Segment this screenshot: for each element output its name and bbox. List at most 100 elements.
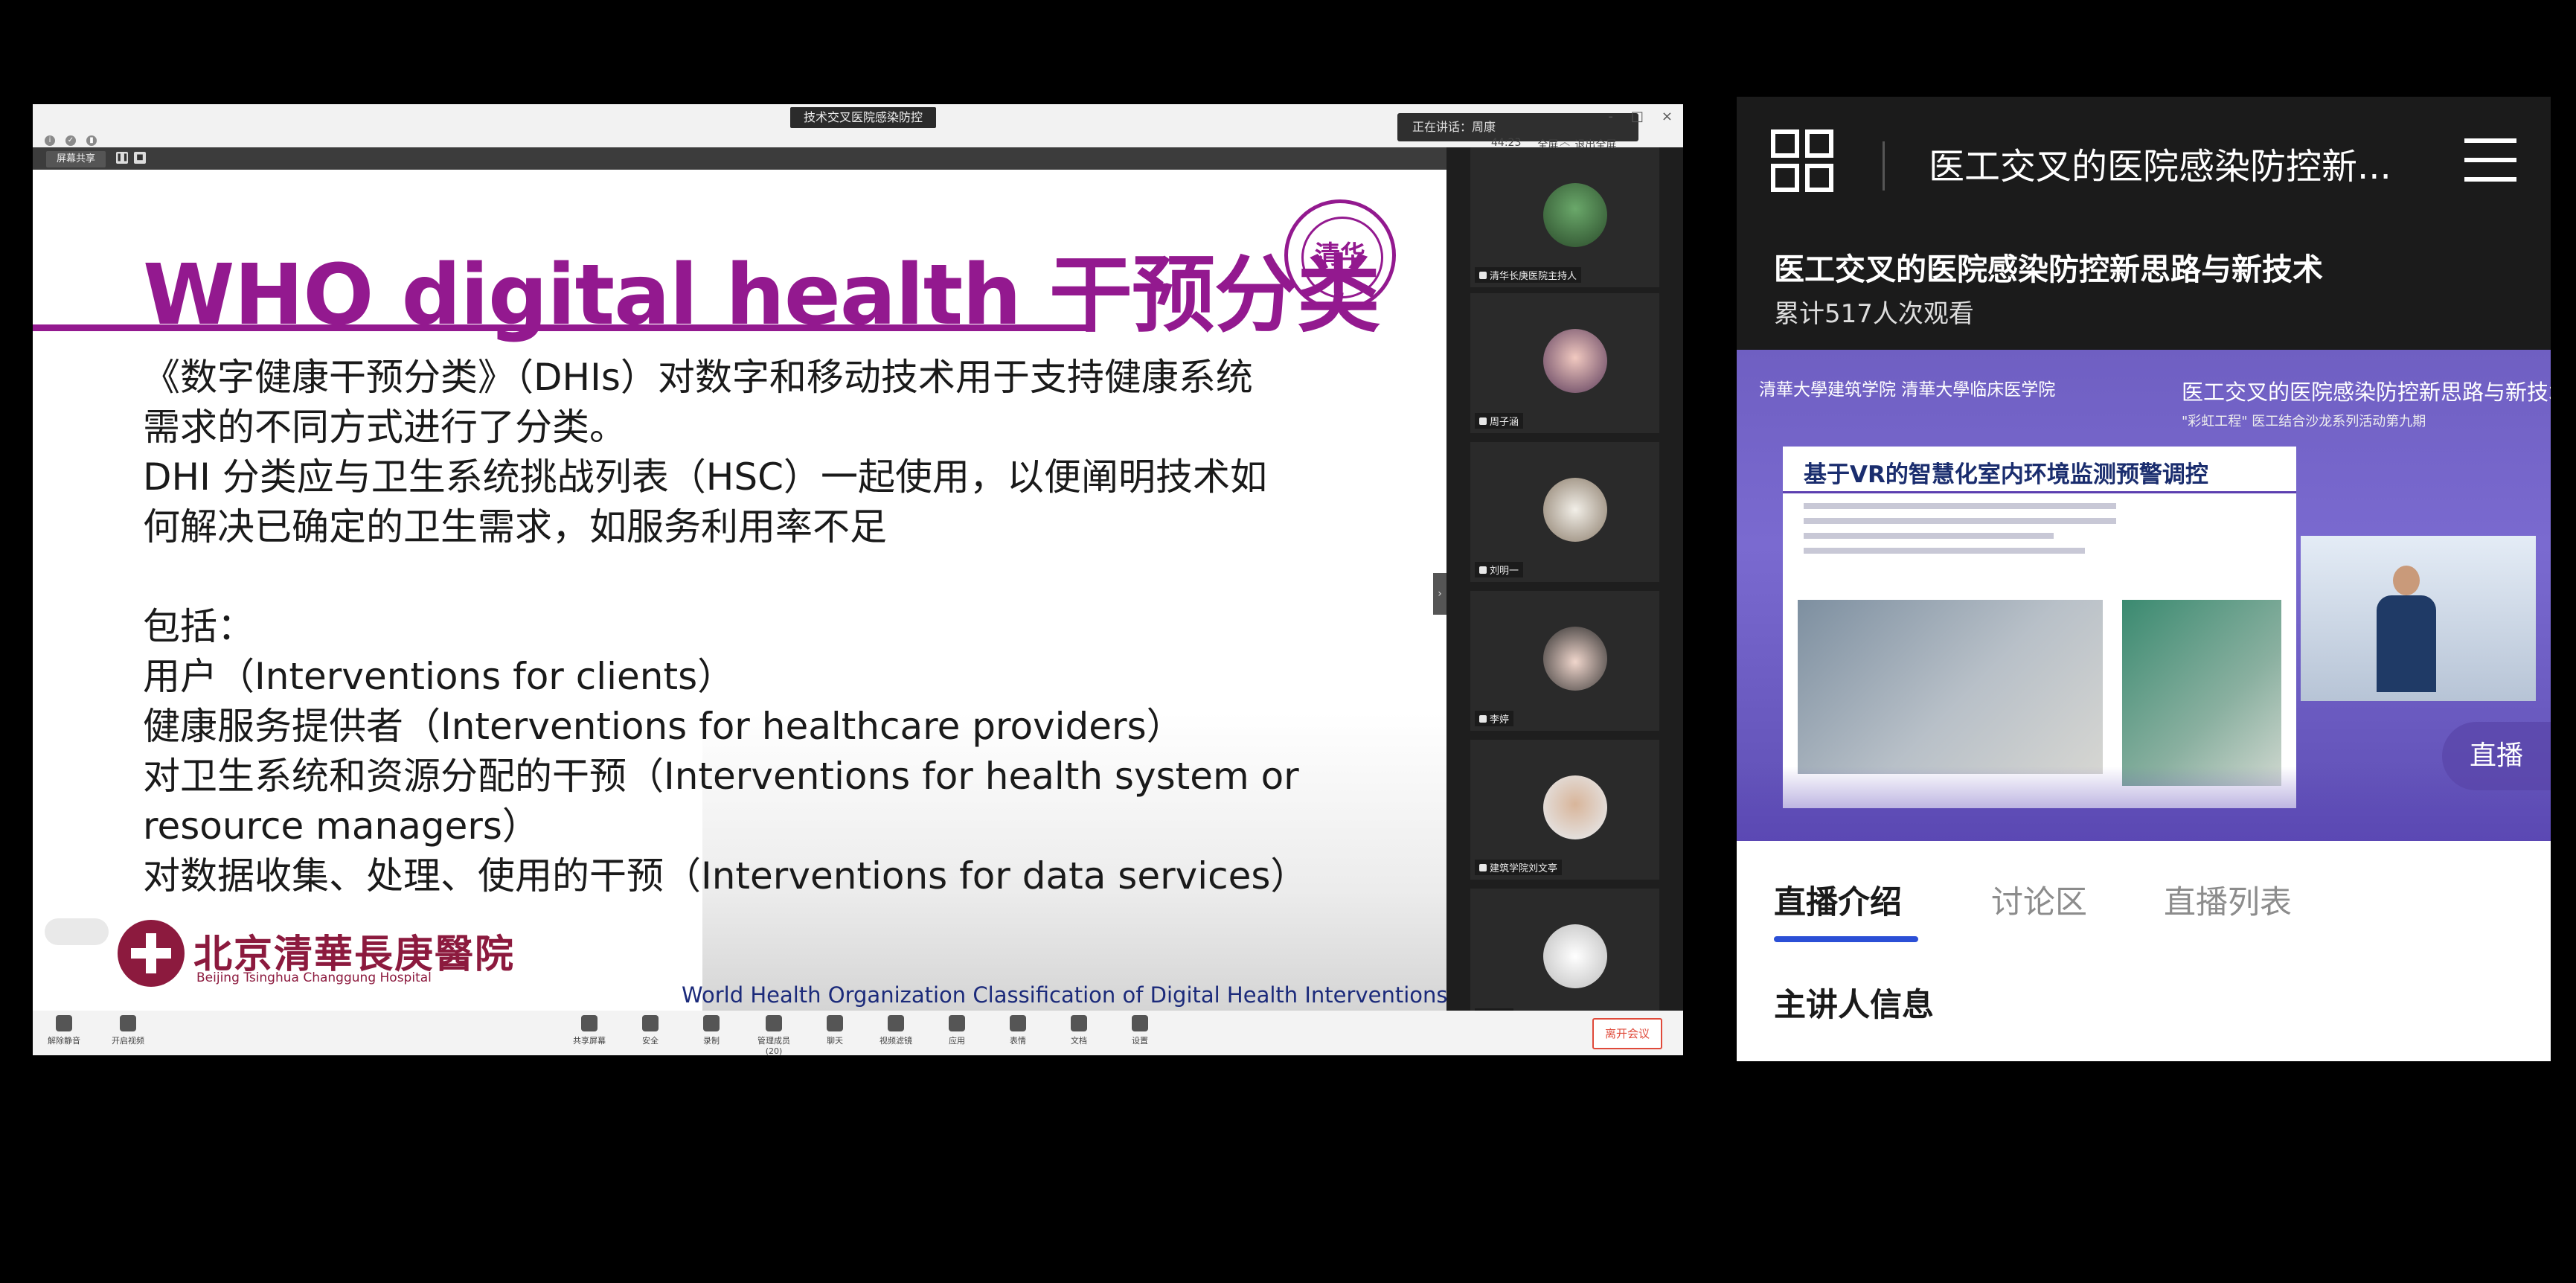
meeting-window: i ✓ ▮ 技术交叉医院感染防控 正在讲话：周康 - □ × 44:23 全屏 …	[33, 104, 1683, 1056]
tsinghua-seal-icon: 清华	[1284, 199, 1396, 311]
avatar	[1543, 183, 1607, 247]
unmute-button[interactable]: 解除静音	[40, 1015, 88, 1046]
active-tab-underline	[1774, 936, 1918, 942]
mic-icon	[1479, 417, 1487, 425]
meeting-titlebar: i ✓ ▮ 技术交叉医院感染防控 正在讲话：周康 - □ × 44:23 全屏 …	[33, 104, 1683, 151]
window-controls: - □ ×	[1608, 109, 1673, 124]
participant-name: 周子涵	[1475, 413, 1524, 429]
leave-meeting-button[interactable]: 离开会议	[1592, 1018, 1662, 1049]
video-slide-title: 基于VR的智慧化室内环境监测预警调控	[1804, 461, 2208, 488]
filter-icon	[888, 1015, 904, 1031]
participant-panel: ︿ 清华长庚医院主持人 周子涵 刘明一 李婷 建筑学院刘文亭 张斌	[1446, 136, 1683, 1028]
slide-line: 《数字健康干预分类》（DHIs）对数字和移动技术用于支持健康系统	[143, 356, 1253, 399]
avatar	[1543, 924, 1607, 988]
mic-icon	[1479, 272, 1487, 279]
documents-button[interactable]: 文档	[1055, 1015, 1103, 1046]
stop-icon[interactable]: ■	[134, 152, 146, 164]
meeting-name[interactable]: 技术交叉医院感染防控	[790, 107, 937, 128]
participant-tile[interactable]: 建筑学院刘文亭	[1470, 740, 1659, 880]
video-bottom-gradient	[1737, 767, 2551, 841]
course-info: 医工交叉的医院感染防控新思路与新技术 累计517人次观看	[1737, 225, 2551, 350]
banner-subtitle: "彩虹工程" 医工结合沙龙系列活动第九期	[2182, 414, 2426, 429]
settings-button[interactable]: 设置	[1116, 1015, 1164, 1046]
mic-icon	[1479, 715, 1487, 723]
chat-button[interactable]: 聊天	[811, 1015, 859, 1046]
share-bar: 屏幕共享 ❚❚ ■	[33, 147, 1446, 170]
tab-live-intro[interactable]: 直播介绍	[1774, 877, 1902, 923]
emoji-icon	[1010, 1015, 1026, 1031]
scroll-up-icon[interactable]: ︿	[1560, 134, 1570, 149]
tab-discussion[interactable]: 讨论区	[1991, 877, 2087, 923]
signal-icon[interactable]: ▮	[86, 135, 97, 146]
header-divider	[1883, 141, 1885, 191]
live-video-player[interactable]: 清華大學建筑学院 清華大學临床医学院 医工交叉的医院感染防控新思路与新技术 "彩…	[1737, 350, 2551, 841]
participant-name: 建筑学院刘文亭	[1475, 860, 1563, 875]
record-icon	[703, 1015, 720, 1031]
maximize-button[interactable]: □	[1631, 109, 1644, 124]
video-slide-rule	[1783, 491, 2296, 493]
reactions-button[interactable]: 表情	[994, 1015, 1042, 1046]
avatar	[1543, 329, 1607, 393]
collapse-panel-handle[interactable]: ›	[1433, 573, 1446, 615]
participant-tile[interactable]: ︿ 清华长庚医院主持人	[1470, 136, 1659, 287]
start-video-button[interactable]: 开启视频	[104, 1015, 152, 1046]
minimize-button[interactable]: -	[1608, 109, 1613, 124]
video-filter-button[interactable]: 视频滤镜	[872, 1015, 920, 1046]
slide-body: 《数字健康干预分类》（DHIs）对数字和移动技术用于支持健康系统 需求的不同方式…	[143, 353, 1393, 901]
status-icons: i ✓ ▮	[45, 135, 97, 146]
avatar	[1543, 478, 1607, 542]
shield-icon[interactable]: ✓	[65, 135, 76, 146]
participant-tile[interactable]: 刘明一	[1470, 442, 1659, 582]
chat-icon	[827, 1015, 843, 1031]
manage-participants-button[interactable]: 管理成员(20)	[750, 1015, 798, 1056]
app-logo-icon[interactable]	[1771, 129, 1839, 198]
speaker-camera	[2301, 536, 2536, 701]
info-icon[interactable]: i	[45, 135, 55, 146]
participant-name: 李婷	[1475, 711, 1514, 726]
room-render-image	[1798, 600, 2103, 774]
mobile-live-page: 医工交叉的医院感染防控新... 医工交叉的医院感染防控新思路与新技术 累计517…	[1737, 97, 2551, 1061]
slide-line-gap	[143, 552, 1393, 602]
hospital-name-en: Beijing Tsinghua Changgung Hospital	[196, 970, 432, 985]
slide-line: resource managers）	[143, 804, 539, 848]
avatar	[1543, 775, 1607, 839]
slide-line: 用户（Interventions for clients）	[143, 655, 735, 698]
seal-text: 清华	[1315, 240, 1365, 270]
shield-icon	[642, 1015, 659, 1031]
share-screen-icon	[581, 1015, 597, 1031]
live-tag[interactable]: 直播	[2442, 722, 2551, 790]
view-count: 累计517人次观看	[1774, 299, 1974, 329]
speaker-info-heading: 主讲人信息	[1774, 987, 1934, 1024]
shared-slide: WHO digital health 干预分类 清华 《数字健康干预分类》（DH…	[33, 170, 1446, 1011]
share-screen-button[interactable]: 共享屏幕	[565, 1015, 613, 1046]
security-button[interactable]: 安全	[627, 1015, 674, 1046]
share-indicator[interactable]: 屏幕共享	[46, 151, 106, 167]
mic-icon	[1479, 864, 1487, 871]
hamburger-menu-icon[interactable]	[2464, 138, 2516, 183]
share-controls: ❚❚ ■	[116, 152, 146, 164]
participant-name: 清华长庚医院主持人	[1475, 267, 1582, 283]
gear-icon	[1132, 1015, 1148, 1031]
slide-line: 何解决已确定的卫生需求，如服务利用率不足	[143, 505, 887, 548]
banner-title: 医工交叉的医院感染防控新思路与新技术	[2182, 380, 2551, 405]
close-button[interactable]: ×	[1662, 109, 1673, 124]
slide-title-rule	[33, 324, 1089, 331]
slide-line: 健康服务提供者（Interventions for healthcare pro…	[143, 705, 1184, 748]
slide-line: 对卫生系统和资源分配的干预（Interventions for health s…	[143, 755, 1299, 798]
participant-tile[interactable]: 李婷	[1470, 591, 1659, 731]
mobile-header: 医工交叉的医院感染防控新...	[1737, 97, 2551, 225]
pause-icon[interactable]: ❚❚	[116, 152, 129, 164]
participant-name: 刘明一	[1475, 562, 1524, 577]
participant-tile[interactable]: 张斌	[1470, 889, 1659, 1028]
slide-footer: World Health Organization Classification…	[682, 982, 1446, 1008]
record-button[interactable]: 录制	[688, 1015, 735, 1046]
floor-plan-image	[2122, 600, 2281, 786]
slide-line: 需求的不同方式进行了分类。	[143, 406, 627, 449]
mic-icon	[1479, 566, 1487, 574]
apps-button[interactable]: 应用	[933, 1015, 981, 1046]
participant-tile[interactable]: 周子涵	[1470, 293, 1659, 433]
hospital-cross-icon	[118, 920, 185, 987]
slide-line: 包括：	[143, 605, 254, 648]
apps-icon	[949, 1015, 965, 1031]
tab-live-list[interactable]: 直播列表	[2164, 877, 2292, 923]
